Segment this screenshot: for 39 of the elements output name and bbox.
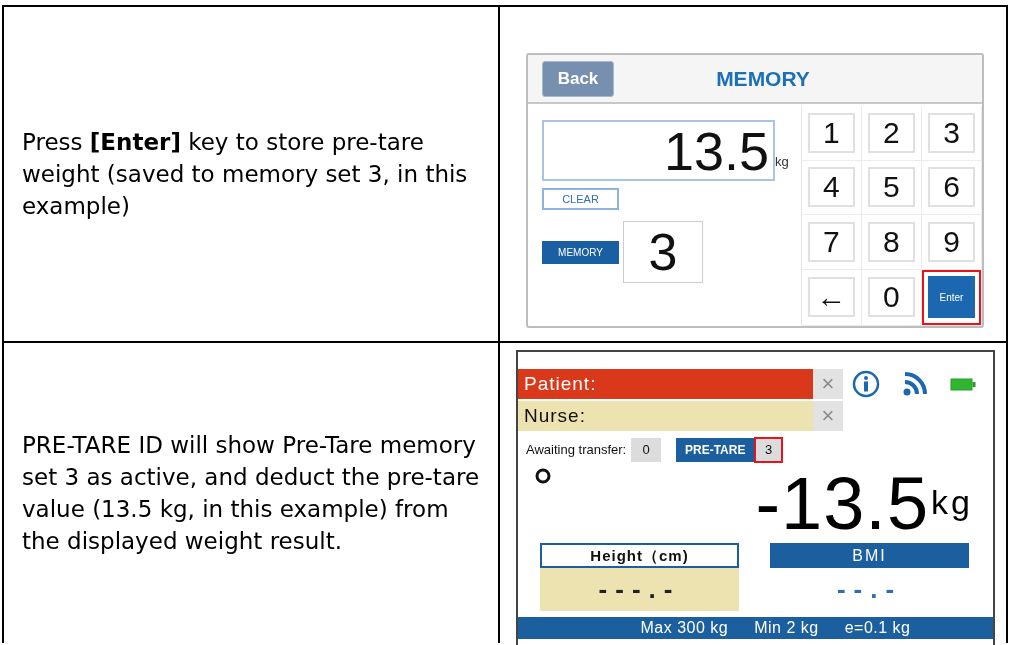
stable-indicator-icon xyxy=(535,468,551,484)
status-text: Max 300 kg xyxy=(640,618,729,638)
weight-reading: -13.5 xyxy=(755,467,930,541)
pretare-label: PRE-TARE xyxy=(676,438,755,462)
keypad-key[interactable]: 0 xyxy=(867,277,915,318)
keypad-key[interactable]: 6 xyxy=(927,167,975,208)
keypad-key[interactable]: 7 xyxy=(807,221,855,262)
bmi-label: BMI xyxy=(770,543,969,568)
unit-label: kg xyxy=(931,482,973,523)
instruction-text: PRE-TARE ID will show Pre-Tare memory set 3 as active, and deduct the pre-tare value (13.5 kg, in this example) from the displayed weight result. xyxy=(22,431,481,556)
patient-field[interactable]: Patient: xyxy=(518,369,813,399)
bmi-value: --.- xyxy=(835,573,904,606)
keypad-key[interactable]: 2 xyxy=(867,112,915,153)
height-value: ---.- xyxy=(540,568,739,611)
signal-icon[interactable] xyxy=(903,372,927,396)
weight-field[interactable]: 13.5 xyxy=(542,120,775,181)
enter-key[interactable]: Enter xyxy=(927,276,975,319)
keypad-key[interactable]: 1 xyxy=(807,112,855,153)
battery-icon xyxy=(950,377,976,391)
keypad-key[interactable]: 5 xyxy=(867,167,915,208)
screen-title: MEMORY xyxy=(715,65,811,92)
info-icon[interactable] xyxy=(852,370,880,398)
memory-button[interactable]: MEMORY xyxy=(542,240,619,264)
keypad-key[interactable]: 8 xyxy=(867,221,915,262)
clear-button[interactable]: CLEAR xyxy=(542,188,619,210)
keypad-key[interactable]: ← xyxy=(807,277,855,318)
status-text: e=0.1 kg xyxy=(844,618,911,638)
awaiting-label: Awaiting transfer: xyxy=(526,441,627,460)
instruction-text: Press [Enter] key to store pre-tare weight (saved to memory set 3, in this example) xyxy=(22,128,469,221)
awaiting-value: 0 xyxy=(631,438,662,462)
unit-label: kg xyxy=(775,152,789,171)
status-text: Min 2 kg xyxy=(754,618,819,638)
keypad-key[interactable]: 4 xyxy=(807,167,855,208)
memory-value: 3 xyxy=(623,221,703,283)
keypad-key[interactable]: 9 xyxy=(927,221,975,262)
nurse-field[interactable]: Nurse: xyxy=(518,401,813,431)
height-label: Height（cm) xyxy=(540,543,739,568)
pretare-value: 3 xyxy=(754,437,784,463)
keypad-key[interactable]: 3 xyxy=(927,112,975,153)
